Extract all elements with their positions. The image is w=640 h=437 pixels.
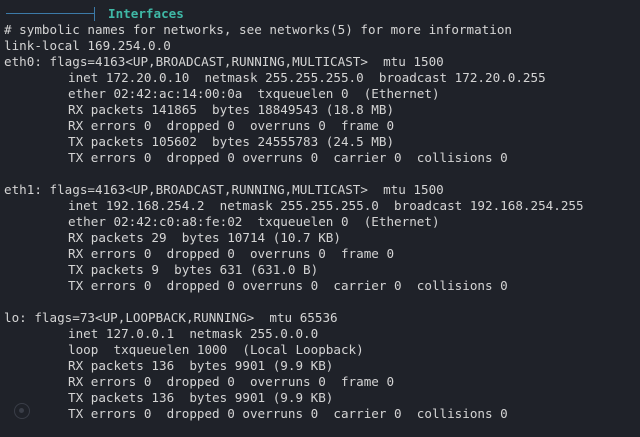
interface-eth0-tx-errors-line: TX errors 0 dropped 0 overruns 0 carrier… xyxy=(68,150,508,165)
interface-eth0-flags-line: eth0: flags=4163<UP,BROADCAST,RUNNING,MU… xyxy=(4,54,444,69)
section-title: Interfaces xyxy=(108,6,184,21)
interface-eth1-tx-errors-line: TX errors 0 dropped 0 overruns 0 carrier… xyxy=(68,278,508,293)
interface-eth1-rx-errors-line: RX errors 0 dropped 0 overruns 0 frame 0 xyxy=(68,246,395,261)
comment-line: # symbolic names for networks, see netwo… xyxy=(4,22,512,37)
interface-eth1-tx-packets-line: TX packets 9 bytes 631 (631.0 B) xyxy=(68,262,319,277)
interface-eth1-inet-line: inet 192.168.254.2 netmask 255.255.255.0… xyxy=(68,198,584,213)
section-header: Interfaces xyxy=(0,6,640,22)
interface-eth0-rx-packets-line: RX packets 141865 bytes 18849543 (18.8 M… xyxy=(68,102,395,117)
interface-eth0-ether-line: ether 02:42:ac:14:00:0a txqueuelen 0 (Et… xyxy=(68,86,440,101)
interface-eth1-flags-line: eth1: flags=4163<UP,BROADCAST,RUNNING,MU… xyxy=(4,182,444,197)
interface-lo-rx-packets-line: RX packets 136 bytes 9901 (9.9 KB) xyxy=(68,358,334,373)
interface-eth1-ether-line: ether 02:42:c0:a8:fe:02 txqueuelen 0 (Et… xyxy=(68,214,440,229)
terminal-output[interactable]: # symbolic names for networks, see netwo… xyxy=(4,22,636,422)
interface-lo-tx-errors-line: TX errors 0 dropped 0 overruns 0 carrier… xyxy=(68,406,508,421)
header-rule xyxy=(6,13,94,14)
interface-eth0-rx-errors-line: RX errors 0 dropped 0 overruns 0 frame 0 xyxy=(68,118,395,133)
interface-lo-rx-errors-line: RX errors 0 dropped 0 overruns 0 frame 0 xyxy=(68,374,395,389)
watermark-logo-icon xyxy=(14,403,30,419)
interface-lo-flags-line: lo: flags=73<UP,LOOPBACK,RUNNING> mtu 65… xyxy=(4,310,338,325)
interface-eth1-rx-packets-line: RX packets 29 bytes 10714 (10.7 KB) xyxy=(68,230,341,245)
header-tick xyxy=(94,7,95,21)
network-entry-line: link-local 169.254.0.0 xyxy=(4,38,171,53)
interface-eth0-tx-packets-line: TX packets 105602 bytes 24555783 (24.5 M… xyxy=(68,134,395,149)
interface-lo-loop-line: loop txqueuelen 1000 (Local Loopback) xyxy=(68,342,364,357)
interface-eth0-inet-line: inet 172.20.0.10 netmask 255.255.255.0 b… xyxy=(68,70,546,85)
interface-lo-tx-packets-line: TX packets 136 bytes 9901 (9.9 KB) xyxy=(68,390,334,405)
interface-lo-inet-line: inet 127.0.0.1 netmask 255.0.0.0 xyxy=(68,326,319,341)
